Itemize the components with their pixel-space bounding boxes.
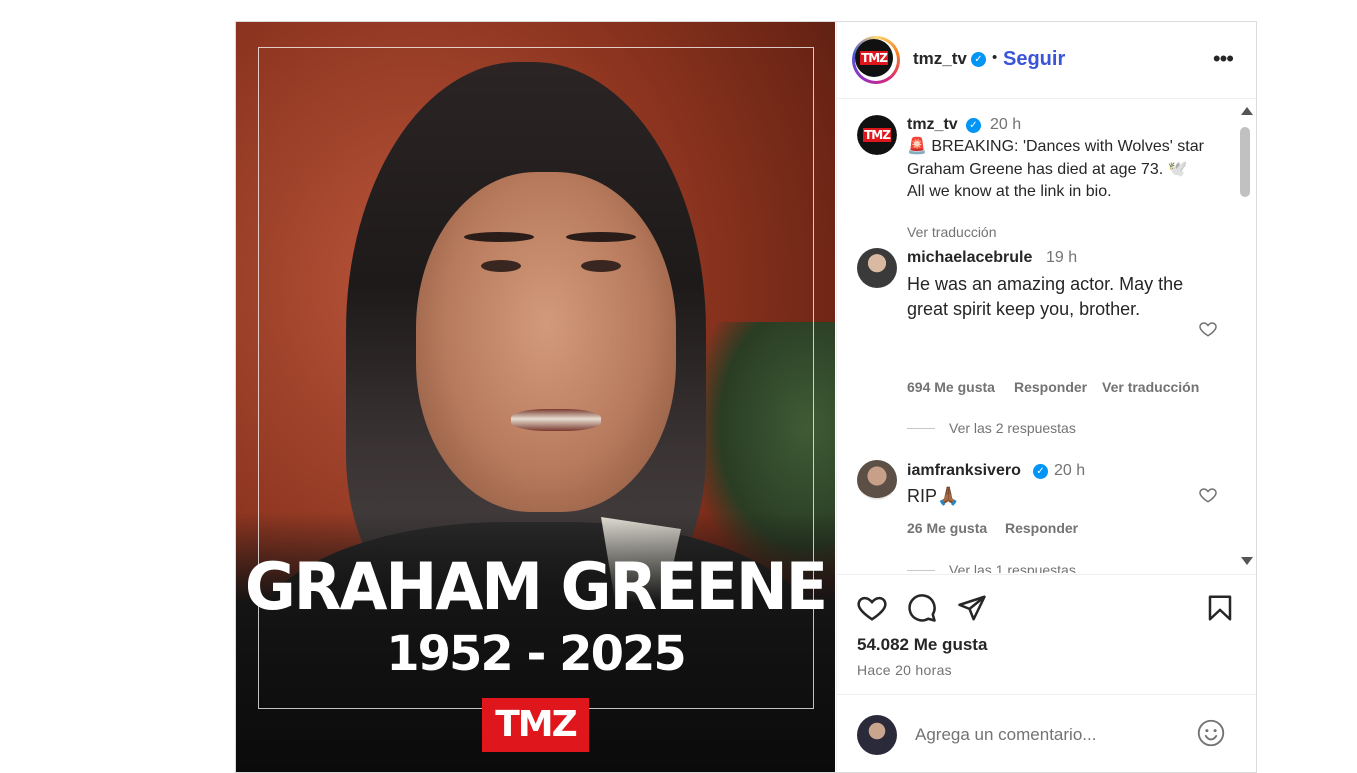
follow-button[interactable]: Seguir <box>1003 48 1065 71</box>
header-separator: • <box>992 49 998 66</box>
story-ring[interactable]: TMZ <box>852 36 900 84</box>
comment-text: He was an amazing actor. May the great s… <box>907 274 1184 319</box>
share-icon[interactable] <box>957 593 987 623</box>
comment-username[interactable]: iamfranksivero <box>907 462 1021 480</box>
post-time[interactable]: Hace 20 horas <box>857 662 952 678</box>
replies-divider <box>907 570 935 571</box>
post-image[interactable]: GRAHAM GREENE 1952 - 2025 TMZ <box>236 22 835 772</box>
header-avatar[interactable]: TMZ <box>855 39 893 77</box>
caption-text: 🚨 BREAKING: 'Dances with Wolves' star Gr… <box>907 138 1204 200</box>
caption-translate-link[interactable]: Ver traducción <box>907 224 997 240</box>
comment-reply-button[interactable]: Responder <box>1005 520 1078 536</box>
scroll-up-arrow-icon[interactable] <box>1241 107 1253 115</box>
replies-divider <box>907 428 935 429</box>
scrollbar-thumb[interactable] <box>1240 127 1250 197</box>
caption-avatar[interactable]: TMZ <box>857 115 897 155</box>
headline-name: GRAHAM GREENE <box>244 548 828 625</box>
tmz-logo: TMZ <box>482 698 589 752</box>
comment-likes[interactable]: 26 Me gusta <box>907 520 987 536</box>
current-user-avatar <box>857 715 897 755</box>
comment-reply-button[interactable]: Responder <box>1014 379 1087 395</box>
comment-translate-link[interactable]: Ver traducción <box>1102 379 1199 395</box>
header-username[interactable]: tmz_tv <box>913 49 967 69</box>
emoji-icon[interactable] <box>1197 719 1225 747</box>
post-actions: 54.082 Me gusta Hace 20 horas <box>837 574 1256 695</box>
comment-time[interactable]: 20 h <box>1054 462 1085 480</box>
comment-text: RIP🙏🏾 <box>907 486 960 506</box>
verified-badge-icon: ✓ <box>971 52 986 67</box>
verified-badge-icon: ✓ <box>1033 464 1048 479</box>
comment-time[interactable]: 19 h <box>1046 249 1077 267</box>
caption-time[interactable]: 20 h <box>990 116 1021 134</box>
bookmark-icon[interactable] <box>1205 593 1235 623</box>
commenter-avatar[interactable] <box>857 460 897 500</box>
comment-input[interactable] <box>913 721 1177 749</box>
comment-likes[interactable]: 694 Me gusta <box>907 379 995 395</box>
heart-icon[interactable] <box>857 593 887 623</box>
post-side-panel: TMZ tmz_tv ✓ • Seguir ••• TMZ tmz_tv ✓ 2… <box>836 22 1256 772</box>
post-header: TMZ tmz_tv ✓ • Seguir ••• <box>837 22 1256 99</box>
scroll-down-arrow-icon[interactable] <box>1241 557 1253 565</box>
likes-count[interactable]: 54.082 Me gusta <box>857 635 987 655</box>
comment-composer <box>837 694 1256 772</box>
headline-years: 1952 - 2025 <box>386 626 687 682</box>
verified-badge-icon: ✓ <box>966 118 981 133</box>
more-options-icon[interactable]: ••• <box>1213 46 1234 72</box>
view-replies-button[interactable]: Ver las 2 respuestas <box>949 420 1076 436</box>
instagram-post: GRAHAM GREENE 1952 - 2025 TMZ TMZ tmz_tv… <box>235 21 1257 773</box>
comment-icon[interactable] <box>907 593 937 623</box>
comment-like-heart-icon[interactable] <box>1199 320 1217 338</box>
comments-section[interactable]: TMZ tmz_tv ✓ 20 h 🚨 BREAKING: 'Dances wi… <box>837 99 1256 573</box>
comment-username[interactable]: michaelacebrule <box>907 249 1032 267</box>
view-replies-button[interactable]: Ver las 1 respuestas <box>949 562 1076 573</box>
comment-like-heart-icon[interactable] <box>1199 486 1217 504</box>
caption-username[interactable]: tmz_tv <box>907 116 958 134</box>
commenter-avatar[interactable] <box>857 248 897 288</box>
